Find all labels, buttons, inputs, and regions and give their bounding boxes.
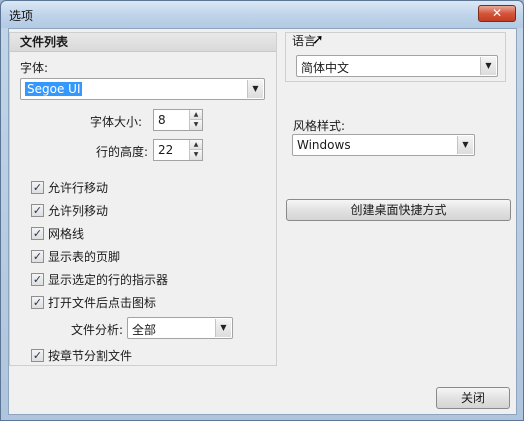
row-height-stepper[interactable]: 22 ▲ ▼ [153, 139, 203, 161]
mouse-pointer-icon: ➚ [312, 32, 324, 48]
chevron-down-icon[interactable]: ▼ [247, 80, 263, 98]
dialog-body: 文件列表 字体: Segoe UI ▼ 字体大小: 8 ▲ ▼ 行的高度: 22… [8, 28, 517, 415]
file-list-header: 文件列表 [10, 33, 276, 52]
chevron-down-icon[interactable]: ▼ [457, 136, 473, 154]
checkbox-row-indicator[interactable]: ✓ 显示选定的行的指示器 [31, 271, 168, 287]
checkbox-open-click-icon[interactable]: ✓ 打开文件后点击图标 [31, 294, 156, 310]
spin-down-icon[interactable]: ▼ [190, 120, 202, 130]
style-label: 风格样式: [293, 119, 346, 133]
checkbox-grid-lines[interactable]: ✓ 网格线 [31, 225, 84, 241]
create-shortcut-button[interactable]: 创建桌面快捷方式 [286, 199, 511, 221]
check-icon[interactable]: ✓ [31, 204, 44, 217]
font-label: 字体: [20, 61, 49, 75]
font-value: Segoe UI [25, 82, 83, 96]
window-title: 选项 [9, 9, 34, 23]
style-value: Windows [297, 138, 351, 152]
checkbox-show-footer[interactable]: ✓ 显示表的页脚 [31, 248, 120, 264]
check-icon[interactable]: ✓ [31, 227, 44, 240]
chevron-down-icon[interactable]: ▼ [480, 57, 496, 75]
file-analysis-select[interactable]: 全部 ▼ [127, 317, 233, 339]
language-select[interactable]: 简体中文 ▼ [296, 55, 498, 77]
style-select[interactable]: Windows ▼ [292, 134, 475, 156]
checkbox-allow-column-move[interactable]: ✓ 允许列移动 [31, 202, 108, 218]
check-icon[interactable]: ✓ [31, 273, 44, 286]
checkbox-split-chapters[interactable]: ✓ 按章节分割文件 [31, 347, 132, 363]
close-icon: ✕ [491, 6, 503, 20]
spin-up-icon[interactable]: ▲ [190, 140, 202, 150]
spin-up-icon[interactable]: ▲ [190, 110, 202, 120]
font-size-stepper[interactable]: 8 ▲ ▼ [153, 109, 203, 131]
check-icon[interactable]: ✓ [31, 349, 44, 362]
font-select[interactable]: Segoe UI ▼ [20, 78, 265, 100]
check-icon[interactable]: ✓ [31, 250, 44, 263]
row-height-value[interactable]: 22 [158, 143, 173, 157]
chevron-down-icon[interactable]: ▼ [215, 319, 231, 337]
close-window-button[interactable]: ✕ [478, 5, 516, 22]
spin-down-icon[interactable]: ▼ [190, 150, 202, 160]
file-analysis-value: 全部 [132, 323, 157, 337]
font-size-label: 字体大小: [90, 115, 143, 129]
checkbox-allow-row-move[interactable]: ✓ 允许行移动 [31, 179, 108, 195]
file-analysis-label: 文件分析: [71, 323, 124, 337]
font-size-value[interactable]: 8 [158, 113, 166, 127]
row-height-label: 行的高度: [96, 145, 149, 159]
language-value: 简体中文 [301, 61, 350, 75]
check-icon[interactable]: ✓ [31, 181, 44, 194]
title-bar[interactable]: 选项 ✕ [1, 1, 523, 28]
close-button[interactable]: 关闭 [436, 387, 510, 409]
options-window: 选项 ✕ 文件列表 字体: Segoe UI ▼ 字体大小: 8 ▲ ▼ 行的高… [0, 0, 524, 421]
file-list-group: 文件列表 字体: Segoe UI ▼ 字体大小: 8 ▲ ▼ 行的高度: 22… [9, 32, 277, 366]
check-icon[interactable]: ✓ [31, 296, 44, 309]
